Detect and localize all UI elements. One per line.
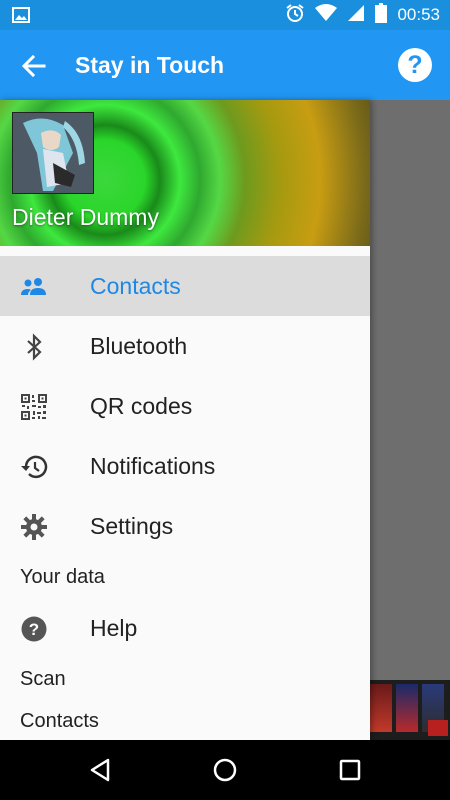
menu-item-contacts[interactable]: Contacts: [0, 256, 370, 316]
recents-square-icon[interactable]: [336, 756, 364, 784]
app-bar: Stay in Touch ?: [0, 30, 450, 100]
menu-item-settings[interactable]: Settings: [0, 496, 370, 556]
qr-code-icon: [20, 393, 48, 421]
help-circle-icon: ?: [20, 615, 48, 643]
signal-icon: [347, 4, 365, 27]
section-your-data: Your data: [20, 565, 105, 588]
menu-item-label: Settings: [90, 513, 174, 539]
people-icon: [20, 273, 48, 301]
home-circle-icon[interactable]: [211, 756, 239, 784]
history-icon: [20, 453, 48, 481]
svg-text:?: ?: [29, 620, 39, 639]
avatar[interactable]: [12, 112, 94, 194]
menu-item-label: Contacts: [90, 273, 181, 299]
menu-item-notifications[interactable]: Notifications: [0, 436, 370, 496]
back-triangle-icon[interactable]: [86, 756, 114, 784]
status-time: 00:53: [397, 5, 440, 24]
menu-item-qr-codes[interactable]: QR codes: [0, 376, 370, 436]
gear-icon: [20, 513, 48, 541]
menu-item-label: Notifications: [90, 453, 216, 479]
alarm-icon: [285, 3, 305, 28]
section-scan: Scan: [20, 667, 66, 690]
navigation-drawer: Dieter Dummy Contacts Bluetooth QR codes…: [0, 100, 370, 740]
user-name: Dieter Dummy: [12, 204, 159, 230]
menu-item-bluetooth[interactable]: Bluetooth: [0, 316, 370, 376]
drawer-header: Dieter Dummy: [0, 100, 370, 246]
system-nav-bar: [0, 740, 450, 800]
menu-item-label: QR codes: [90, 393, 193, 419]
image-icon: [12, 7, 30, 28]
status-bar: 00:53: [0, 0, 450, 30]
arrow-back-icon[interactable]: [20, 52, 48, 80]
menu-item-label: Bluetooth: [90, 333, 188, 359]
dimmed-content[interactable]: [370, 100, 450, 740]
game-covers-strip[interactable]: [370, 680, 450, 740]
help-icon[interactable]: ?: [398, 48, 432, 82]
bluetooth-icon: [20, 333, 48, 361]
drawer-menu: Contacts Bluetooth QR codes Notification…: [0, 256, 370, 740]
menu-item-help[interactable]: ? Help: [0, 598, 370, 658]
section-contacts: Contacts: [20, 709, 99, 732]
battery-icon: [375, 2, 388, 28]
wifi-icon: [315, 3, 338, 27]
app-title: Stay in Touch: [75, 52, 225, 78]
menu-item-label: Help: [90, 615, 138, 641]
